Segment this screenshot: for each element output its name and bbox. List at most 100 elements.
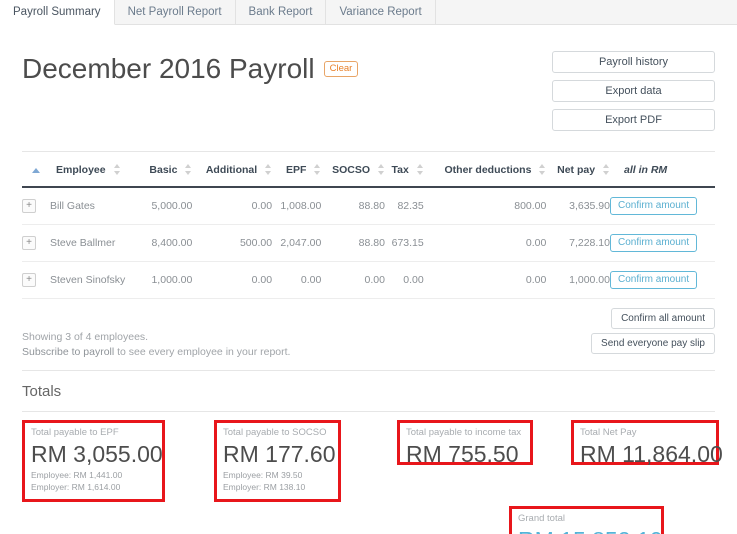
cell-socso: 88.80 <box>321 224 385 262</box>
main-content: December 2016 Payroll Clear Payroll hist… <box>0 25 737 534</box>
card-employer-share: Employer: RM 138.10 <box>223 481 306 492</box>
column-basic[interactable]: Basic <box>140 152 193 188</box>
card-value: RM 3,055.00 <box>31 440 163 467</box>
sort-toggle-icon[interactable] <box>377 164 385 175</box>
sort-toggle-icon[interactable] <box>185 164 192 175</box>
table-row: + Steve Ballmer 8,400.00 500.00 2,047.00… <box>22 224 715 262</box>
expand-row-icon[interactable]: + <box>22 236 36 250</box>
totals-heading: Totals <box>22 383 62 401</box>
payroll-table-head: Employee Basic Additional EPF SOCSO Tax … <box>22 152 715 188</box>
divider-totals-bottom <box>22 411 715 413</box>
total-card-net-pay: Total Net Pay RM 11,864.00 <box>571 420 723 467</box>
sort-toggle-icon[interactable] <box>314 164 321 175</box>
payroll-history-button[interactable]: Payroll history <box>552 51 715 73</box>
column-epf[interactable]: EPF <box>272 152 322 188</box>
expand-row-icon[interactable]: + <box>22 273 36 287</box>
send-everyone-pay-slip-button[interactable]: Send everyone pay slip <box>591 333 715 354</box>
card-employee-share: Employee: RM 1,441.00 <box>31 469 123 480</box>
card-value: RM 15,852.10 <box>518 526 662 534</box>
cell-tax: 0.00 <box>384 261 424 299</box>
table-header-row: Employee Basic Additional EPF SOCSO Tax … <box>22 152 715 188</box>
total-card-grand-total: Grand total RM 15,852.10 <box>509 506 664 534</box>
employee-count-notes: Showing 3 of 4 employees. Subscribe to p… <box>22 308 290 360</box>
column-label: Tax <box>391 164 409 176</box>
cell-tax: 82.35 <box>384 187 424 225</box>
payroll-table: Employee Basic Additional EPF SOCSO Tax … <box>22 152 715 299</box>
report-tabs: Payroll Summary Net Payroll Report Bank … <box>0 0 737 25</box>
clear-button[interactable]: Clear <box>323 60 359 78</box>
tab-payroll-summary[interactable]: Payroll Summary <box>0 0 115 25</box>
card-value: RM 11,864.00 <box>580 440 723 467</box>
cell-basic: 1,000.00 <box>140 261 193 299</box>
title-row: December 2016 Payroll Clear Payroll hist… <box>22 25 715 131</box>
cell-socso: 88.80 <box>321 187 385 225</box>
tab-variance-report[interactable]: Variance Report <box>326 0 436 24</box>
total-card-socso: Total payable to SOCSO RM 177.60 Employe… <box>214 420 341 503</box>
column-employee[interactable]: Employee <box>50 152 141 188</box>
subscribe-note-rest: to see every employee in your report. <box>114 346 291 359</box>
sort-toggle-icon[interactable] <box>602 164 610 175</box>
column-label: Additional <box>205 164 258 176</box>
card-label: Grand total <box>518 513 565 525</box>
cell-actions: Confirm amount <box>609 224 715 262</box>
row-expand-cell: + <box>22 187 50 225</box>
cell-actions: Confirm amount <box>609 187 715 225</box>
sort-ascending-icon[interactable] <box>32 167 40 173</box>
column-additional[interactable]: Additional <box>192 152 273 188</box>
cell-net-pay: 7,228.10 <box>546 224 610 262</box>
sort-toggle-icon[interactable] <box>539 164 546 175</box>
sort-toggle-icon[interactable] <box>113 164 121 175</box>
cell-basic: 8,400.00 <box>140 224 193 262</box>
card-employer-share: Employer: RM 1,614.00 <box>31 481 121 492</box>
column-label: Basic <box>149 164 178 176</box>
export-pdf-button[interactable]: Export PDF <box>552 109 715 131</box>
card-value: RM 755.50 <box>406 440 519 467</box>
confirm-amount-button[interactable]: Confirm amount <box>609 234 698 252</box>
expand-row-icon[interactable]: + <box>22 199 36 213</box>
totals-cards: Total payable to EPF RM 3,055.00 Employe… <box>22 420 723 534</box>
sort-toggle-icon[interactable] <box>265 164 272 175</box>
column-label: Other deductions <box>444 164 532 176</box>
export-data-button[interactable]: Export data <box>552 80 715 102</box>
cell-employee: Steve Ballmer <box>50 224 141 262</box>
column-currency-note: all in RM <box>609 152 715 188</box>
card-value: RM 177.60 <box>223 440 336 467</box>
row-expand-cell: + <box>22 224 50 262</box>
column-tax[interactable]: Tax <box>384 152 424 188</box>
cell-epf: 2,047.00 <box>272 224 322 262</box>
tab-label: Payroll Summary <box>13 6 101 18</box>
column-socso[interactable]: SOCSO <box>321 152 385 188</box>
column-net-pay[interactable]: Net pay <box>546 152 610 188</box>
sort-toggle-icon[interactable] <box>416 164 424 175</box>
payroll-table-body: + Bill Gates 5,000.00 0.00 1,008.00 88.8… <box>22 187 715 299</box>
card-employee-share: Employee: RM 39.50 <box>223 469 303 480</box>
cell-net-pay: 3,635.90 <box>546 187 610 225</box>
tab-label: Net Payroll Report <box>127 6 222 18</box>
column-label: SOCSO <box>332 164 370 176</box>
confirm-amount-button[interactable]: Confirm amount <box>609 197 698 215</box>
card-label: Total payable to EPF <box>31 427 119 439</box>
divider-totals-top <box>22 370 715 372</box>
cell-employee: Steven Sinofsky <box>50 261 141 299</box>
confirm-amount-button[interactable]: Confirm amount <box>609 271 698 289</box>
confirm-all-amount-button[interactable]: Confirm all amount <box>611 308 715 329</box>
cell-other-deductions: 0.00 <box>423 261 547 299</box>
cell-other-deductions: 800.00 <box>423 187 547 225</box>
table-row: + Bill Gates 5,000.00 0.00 1,008.00 88.8… <box>22 187 715 225</box>
column-label: Net pay <box>557 164 596 176</box>
cell-net-pay: 1,000.00 <box>546 261 610 299</box>
subscribe-note: Subscribe to payroll to see every employ… <box>22 345 290 360</box>
total-card-epf: Total payable to EPF RM 3,055.00 Employe… <box>22 420 165 503</box>
column-other-deductions[interactable]: Other deductions <box>423 152 547 188</box>
tab-net-payroll-report[interactable]: Net Payroll Report <box>115 0 236 24</box>
card-label: Total payable to SOCSO <box>223 427 327 439</box>
row-expand-cell: + <box>22 261 50 299</box>
cell-actions: Confirm amount <box>609 261 715 299</box>
cell-epf: 1,008.00 <box>272 187 322 225</box>
table-row: + Steven Sinofsky 1,000.00 0.00 0.00 0.0… <box>22 261 715 299</box>
cell-employee: Bill Gates <box>50 187 141 225</box>
subscribe-link[interactable]: Subscribe to payroll <box>22 346 114 358</box>
card-label: Total Net Pay <box>580 427 637 439</box>
cell-basic: 5,000.00 <box>140 187 193 225</box>
tab-bank-report[interactable]: Bank Report <box>236 0 327 24</box>
